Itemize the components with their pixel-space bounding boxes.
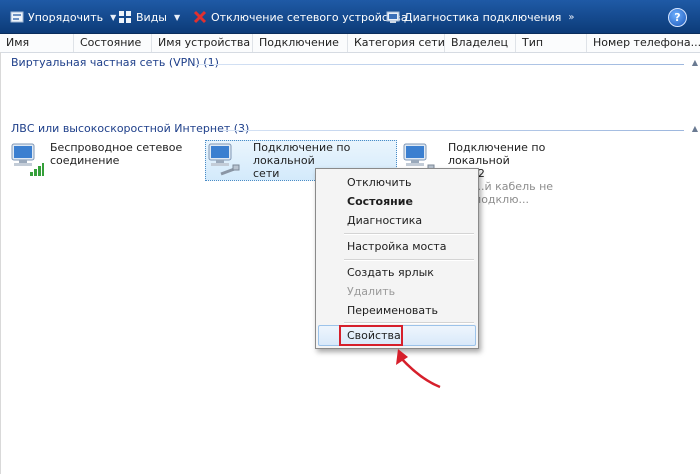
- column-header-type[interactable]: Тип: [516, 34, 587, 52]
- connection-name: Беспроводное сетевое: [50, 141, 183, 154]
- views-icon: [118, 10, 132, 24]
- command-toolbar: Упорядочить ▼ Виды ▼ Отключение сетевого…: [0, 0, 700, 34]
- content-border: [0, 52, 1, 474]
- column-header-connection[interactable]: Подключение: [253, 34, 348, 52]
- chevron-down-icon: ▼: [110, 12, 117, 22]
- menu-item-create-shortcut[interactable]: Создать ярлык: [316, 263, 478, 282]
- diagnose-icon: [386, 10, 400, 24]
- column-header-name[interactable]: Имя: [0, 34, 74, 52]
- views-button[interactable]: Виды ▼: [118, 8, 180, 26]
- column-header-owner[interactable]: Владелец: [445, 34, 516, 52]
- menu-separator: [344, 259, 474, 261]
- connection-name: Подключение по локальной: [253, 141, 351, 167]
- lan-network-icon: [207, 141, 241, 176]
- chevron-down-icon: ▼: [174, 12, 181, 22]
- organize-button[interactable]: Упорядочить ▼: [10, 8, 116, 26]
- diagnose-connection-label: Диагностика подключения: [404, 10, 562, 24]
- menu-item-rename[interactable]: Переименовать: [316, 301, 478, 320]
- annotation-arrow: [390, 345, 450, 398]
- menu-separator: [344, 233, 474, 235]
- disable-device-button[interactable]: Отключение сетевого устройства: [193, 8, 408, 26]
- menu-item-diagnose[interactable]: Диагностика: [316, 211, 478, 230]
- group-divider: [195, 64, 684, 65]
- organize-label: Упорядочить: [28, 10, 104, 24]
- menu-item-delete: Удалить: [347, 285, 396, 298]
- column-header-device-name[interactable]: Имя устройства: [152, 34, 253, 52]
- help-icon[interactable]: ?: [668, 8, 687, 27]
- connection-label: Беспроводное сетевое соединение: [50, 141, 182, 167]
- chevron-right-icon: »: [568, 11, 575, 23]
- menu-item-bridge[interactable]: Настройка моста: [316, 237, 478, 256]
- collapse-icon[interactable]: ▲: [692, 124, 698, 133]
- menu-separator: [344, 322, 474, 324]
- wireless-network-icon: [10, 141, 44, 176]
- connection-wireless[interactable]: Беспроводное сетевое соединение: [10, 141, 195, 181]
- collapse-icon[interactable]: ▲: [692, 58, 698, 67]
- menu-item-disable[interactable]: Отключить: [316, 173, 478, 192]
- annotation-highlight-box: [339, 325, 403, 346]
- views-label: Виды: [136, 10, 167, 24]
- connection-name: Подключение по локальной: [448, 141, 546, 167]
- disable-device-label: Отключение сетевого устройства: [211, 10, 408, 24]
- column-header-status[interactable]: Состояние: [74, 34, 152, 52]
- column-header-phone[interactable]: Номер телефона...: [587, 34, 700, 52]
- column-headers: Имя Состояние Имя устройства Подключение…: [0, 34, 700, 53]
- group-title-vpn: Виртуальная частная сеть (VPN) (1): [11, 56, 219, 69]
- connection-name-cont: соединение: [50, 154, 120, 167]
- context-menu: Отключить Состояние Диагностика Настройк…: [315, 168, 479, 349]
- group-title-lan: ЛВС или высокоскоростной Интернет (3): [11, 122, 250, 135]
- disable-x-icon: [193, 10, 207, 24]
- diagnose-connection-button[interactable]: Диагностика подключения »: [386, 8, 574, 26]
- group-header-lan[interactable]: ЛВС или высокоскоростной Интернет (3) ▲: [0, 122, 700, 138]
- menu-item-status[interactable]: Состояние: [316, 192, 478, 211]
- organize-icon: [10, 10, 24, 24]
- group-divider: [220, 130, 684, 131]
- group-header-vpn[interactable]: Виртуальная частная сеть (VPN) (1) ▲: [0, 56, 700, 72]
- column-header-network-category[interactable]: Категория сети: [348, 34, 445, 52]
- connection-status: ...й кабель не подклю...: [474, 180, 554, 206]
